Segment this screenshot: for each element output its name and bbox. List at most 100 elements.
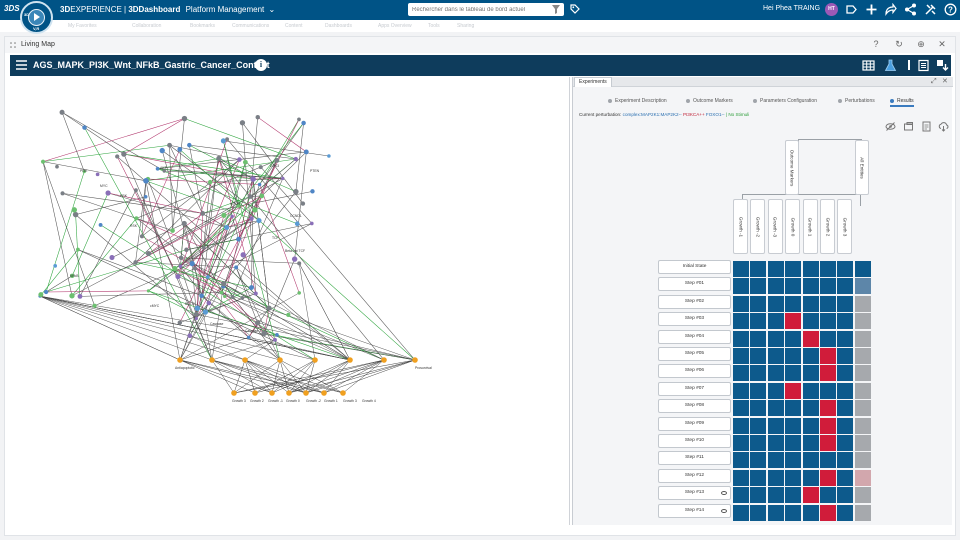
network-node[interactable] <box>60 191 65 196</box>
network-node[interactable] <box>145 250 152 257</box>
close-panel-icon[interactable]: ✕ <box>942 77 948 86</box>
result-cell[interactable] <box>767 417 784 434</box>
result-cell[interactable] <box>785 365 802 382</box>
network-node[interactable] <box>189 261 195 267</box>
network-node[interactable] <box>192 266 198 271</box>
output-node[interactable] <box>340 390 346 396</box>
result-cell[interactable] <box>854 278 871 295</box>
result-cell[interactable] <box>854 313 871 330</box>
result-cell[interactable] <box>837 469 854 486</box>
result-cell[interactable] <box>854 469 871 486</box>
result-cell[interactable] <box>802 504 819 521</box>
result-cell[interactable] <box>750 400 767 417</box>
network-node[interactable] <box>230 295 235 299</box>
network-node[interactable] <box>69 293 75 299</box>
result-cell[interactable] <box>785 504 802 521</box>
network-node[interactable] <box>300 201 306 206</box>
output-node[interactable] <box>277 357 283 363</box>
result-cell[interactable] <box>785 330 802 347</box>
maximize-icon[interactable]: ⊕ <box>916 40 926 49</box>
table-icon[interactable] <box>862 59 875 72</box>
flask-icon[interactable] <box>884 59 897 72</box>
result-cell[interactable] <box>854 295 871 312</box>
network-node[interactable] <box>202 309 209 315</box>
result-cell[interactable] <box>750 313 767 330</box>
result-cell[interactable] <box>785 400 802 417</box>
result-cell[interactable] <box>837 348 854 364</box>
step-row-button[interactable]: Step #02 <box>658 294 731 309</box>
result-cell[interactable] <box>854 504 871 521</box>
tab-results[interactable]: Results <box>890 95 914 107</box>
result-cell[interactable] <box>785 313 802 330</box>
result-cell[interactable] <box>733 365 749 382</box>
result-cell[interactable] <box>750 435 767 451</box>
settings-download-icon[interactable] <box>936 59 949 72</box>
step-row-button[interactable]: Step #10 <box>658 434 731 448</box>
column-header[interactable]: Growth 1 <box>802 199 818 254</box>
result-cell[interactable] <box>767 452 784 469</box>
network-node[interactable] <box>105 190 111 196</box>
network-node[interactable] <box>178 255 184 261</box>
network-node[interactable] <box>224 224 230 230</box>
network-node[interactable] <box>53 264 58 268</box>
network-node[interactable] <box>225 137 229 141</box>
result-cell[interactable] <box>837 487 854 504</box>
network-node[interactable] <box>234 265 239 270</box>
network-node[interactable] <box>223 294 227 299</box>
network-node[interactable] <box>219 290 224 295</box>
result-cell[interactable] <box>767 330 784 347</box>
result-cell[interactable] <box>837 330 854 347</box>
drag-grip-icon[interactable] <box>10 42 16 48</box>
network-node[interactable] <box>134 216 139 221</box>
network-node[interactable] <box>133 260 138 265</box>
camera-icon[interactable] <box>903 121 914 132</box>
result-cell[interactable] <box>854 348 871 364</box>
network-node[interactable] <box>297 117 301 122</box>
output-node[interactable] <box>177 357 183 363</box>
network-node[interactable] <box>38 292 44 298</box>
result-cell[interactable] <box>733 487 749 504</box>
step-row-button[interactable]: Step #01 <box>658 277 731 292</box>
result-cell[interactable] <box>767 504 784 521</box>
dashboard-tab[interactable]: My Favorites <box>68 23 97 29</box>
result-cell[interactable] <box>820 435 836 451</box>
network-node[interactable] <box>194 316 198 321</box>
result-cell[interactable] <box>854 487 871 504</box>
network-canvas[interactable]: Growth 3 Growth 2 Growth -1 Growth 0 Growth … <box>10 77 570 525</box>
dashboard-tab[interactable]: Collaboration <box>132 23 161 29</box>
network-node[interactable] <box>71 207 78 213</box>
result-cell[interactable] <box>785 261 802 277</box>
network-node[interactable] <box>40 159 46 164</box>
result-cell[interactable] <box>837 313 854 330</box>
result-cell[interactable] <box>802 400 819 417</box>
network-node[interactable] <box>200 211 206 216</box>
network-node[interactable] <box>247 194 253 199</box>
visibility-off-icon[interactable] <box>885 121 896 132</box>
column-header[interactable]: Growth -2 <box>750 199 766 254</box>
tab-experiment-description[interactable]: Experiment Description <box>608 95 667 107</box>
result-cell[interactable] <box>767 435 784 451</box>
result-cell[interactable] <box>837 365 854 382</box>
result-cell[interactable] <box>820 330 836 347</box>
result-cell[interactable] <box>820 313 836 330</box>
output-node[interactable] <box>303 390 309 396</box>
result-cell[interactable] <box>750 382 767 399</box>
result-cell[interactable] <box>837 278 854 295</box>
network-node[interactable] <box>297 261 302 266</box>
result-cell[interactable] <box>750 452 767 469</box>
network-node[interactable] <box>293 188 299 195</box>
forward-icon[interactable] <box>884 3 897 16</box>
eye-icon[interactable] <box>721 491 727 496</box>
network-node[interactable] <box>275 332 279 337</box>
network-node[interactable] <box>303 149 309 155</box>
output-node[interactable] <box>321 390 327 396</box>
network-node[interactable] <box>77 293 83 299</box>
result-cell[interactable] <box>820 504 836 521</box>
result-cell[interactable] <box>733 348 749 364</box>
result-cell[interactable] <box>820 452 836 469</box>
result-cell[interactable] <box>802 330 819 347</box>
network-node[interactable] <box>220 138 226 144</box>
step-row-button[interactable]: Step #14 <box>658 503 731 518</box>
network-node[interactable] <box>294 221 300 227</box>
compass-button[interactable]: 3D V,R <box>20 1 53 34</box>
